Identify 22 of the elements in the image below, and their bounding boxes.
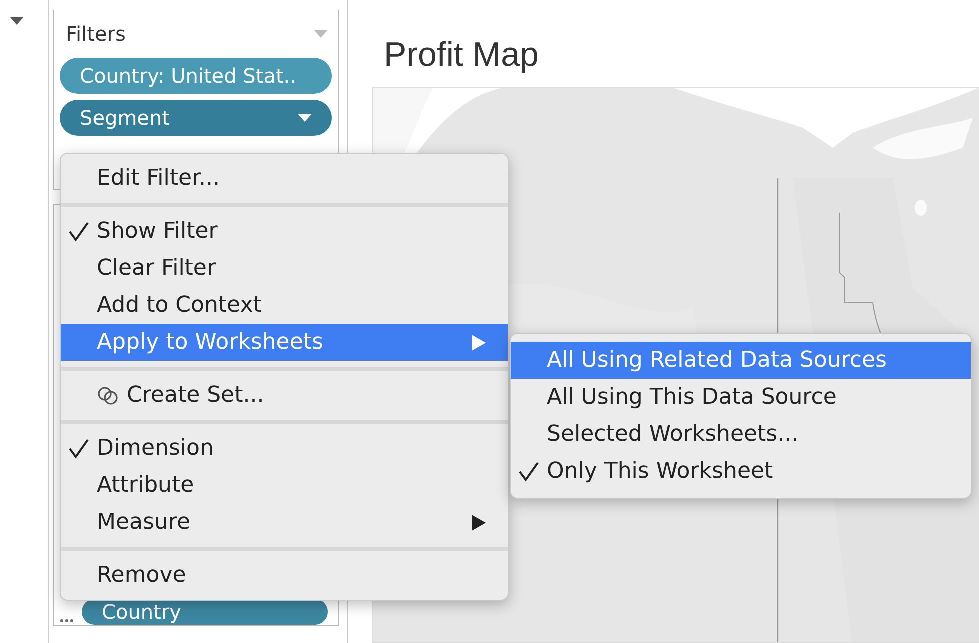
dropdown-icon[interactable] — [298, 114, 312, 122]
menu-item[interactable]: All Using Related Data Sources — [511, 342, 971, 379]
menu-item[interactable]: Add to Context — [61, 287, 508, 324]
menu-item[interactable]: Only This Worksheet — [511, 453, 971, 490]
dimension-icon — [60, 619, 74, 623]
menu-item[interactable]: Create Set... — [61, 377, 508, 414]
menu-item[interactable]: Show Filter — [61, 213, 508, 250]
menu-item[interactable]: Remove — [61, 557, 508, 594]
set-icon — [97, 384, 119, 406]
sheet-title: Profit Map — [384, 36, 540, 75]
menu-item[interactable]: Apply to Worksheets — [61, 324, 508, 361]
menu-item[interactable]: Attribute — [61, 467, 508, 504]
menu-item[interactable]: Measure — [61, 504, 508, 541]
menu-item[interactable]: Dimension — [61, 430, 508, 467]
menu-item[interactable]: All Using This Data Source — [511, 379, 971, 416]
menu-item[interactable]: Selected Worksheets... — [511, 416, 971, 453]
menu-item[interactable]: Edit Filter... — [61, 160, 508, 197]
filter-pill[interactable]: Segment — [60, 100, 332, 136]
filters-title: Filters — [66, 22, 126, 46]
field-pill[interactable]: Country — [82, 599, 328, 625]
collapse-icon[interactable] — [10, 17, 24, 25]
menu-item[interactable]: Clear Filter — [61, 250, 508, 287]
